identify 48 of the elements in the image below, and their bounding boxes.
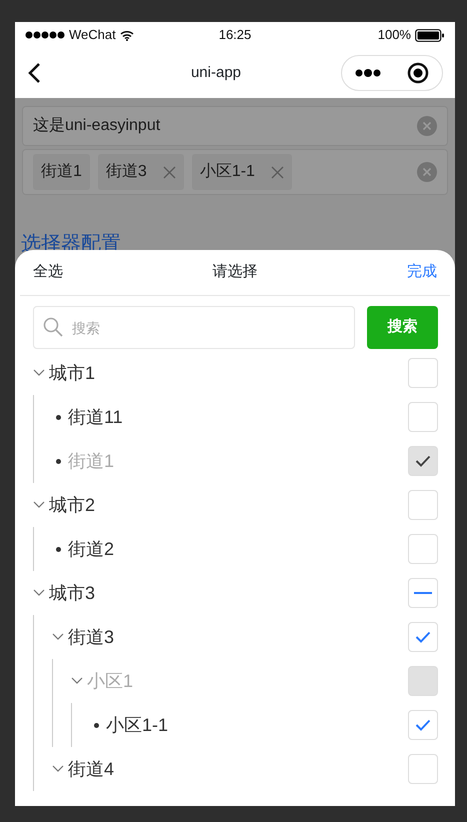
picker-title: 请选择: [212, 262, 258, 282]
remove-icon[interactable]: [270, 166, 284, 178]
checkmark-icon: [415, 455, 431, 467]
checkbox[interactable]: [408, 402, 438, 432]
checkbox[interactable]: [408, 534, 438, 564]
checkbox[interactable]: [408, 358, 438, 388]
tree-item-label[interactable]: 城市1: [49, 360, 96, 386]
tree-item-label[interactable]: 街道11: [68, 404, 123, 430]
chevron-down-icon[interactable]: [52, 633, 64, 641]
checkbox[interactable]: [408, 622, 438, 652]
bullet-icon: [56, 414, 61, 420]
more-icon[interactable]: [354, 69, 381, 77]
bullet-icon: [56, 458, 61, 464]
checkmark-icon: [415, 719, 431, 731]
search-field[interactable]: 搜索: [33, 306, 355, 349]
checkbox[interactable]: [408, 490, 438, 520]
carrier-name: WeChat: [69, 26, 116, 44]
battery-percentage: 100%: [378, 26, 411, 44]
page-title: uni-app: [190, 62, 242, 83]
select-all-link[interactable]: 全选: [33, 261, 63, 284]
chevron-down-icon[interactable]: [33, 369, 45, 377]
text-input-field[interactable]: 这是uni-easyinput: [22, 106, 448, 146]
clock-time: 16:25: [218, 26, 252, 44]
bullet-icon: [94, 722, 99, 728]
search-icon: [43, 317, 63, 337]
checkbox[interactable]: [408, 578, 438, 608]
tree-item-label[interactable]: 城市2: [49, 492, 96, 518]
remove-icon[interactable]: [162, 166, 176, 178]
tag-label: 街道3: [106, 162, 147, 182]
checkmark-icon: [415, 631, 431, 643]
chevron-down-icon[interactable]: [33, 589, 45, 597]
tag-label: 小区1-1: [200, 162, 255, 182]
checkbox[interactable]: [408, 754, 438, 784]
chevron-down-icon[interactable]: [33, 501, 45, 509]
tree-item-label[interactable]: 街道2: [68, 536, 114, 562]
close-miniprogram-icon[interactable]: [406, 62, 429, 84]
tree-item-label[interactable]: 街道4: [68, 756, 114, 782]
battery-icon: [414, 28, 445, 42]
back-icon[interactable]: [27, 62, 41, 84]
tree-item-label[interactable]: 城市3: [49, 580, 96, 606]
chevron-down-icon[interactable]: [52, 765, 64, 773]
tag-input-field[interactable]: 街道1 街道3 小区1-1: [22, 149, 448, 195]
wifi-icon: [120, 30, 134, 40]
tag-label: 街道1: [41, 162, 82, 182]
done-link[interactable]: 完成: [407, 261, 437, 284]
signal-icon: [25, 31, 65, 39]
tree-item-label[interactable]: 街道3: [68, 624, 114, 650]
bullet-icon: [56, 546, 61, 552]
